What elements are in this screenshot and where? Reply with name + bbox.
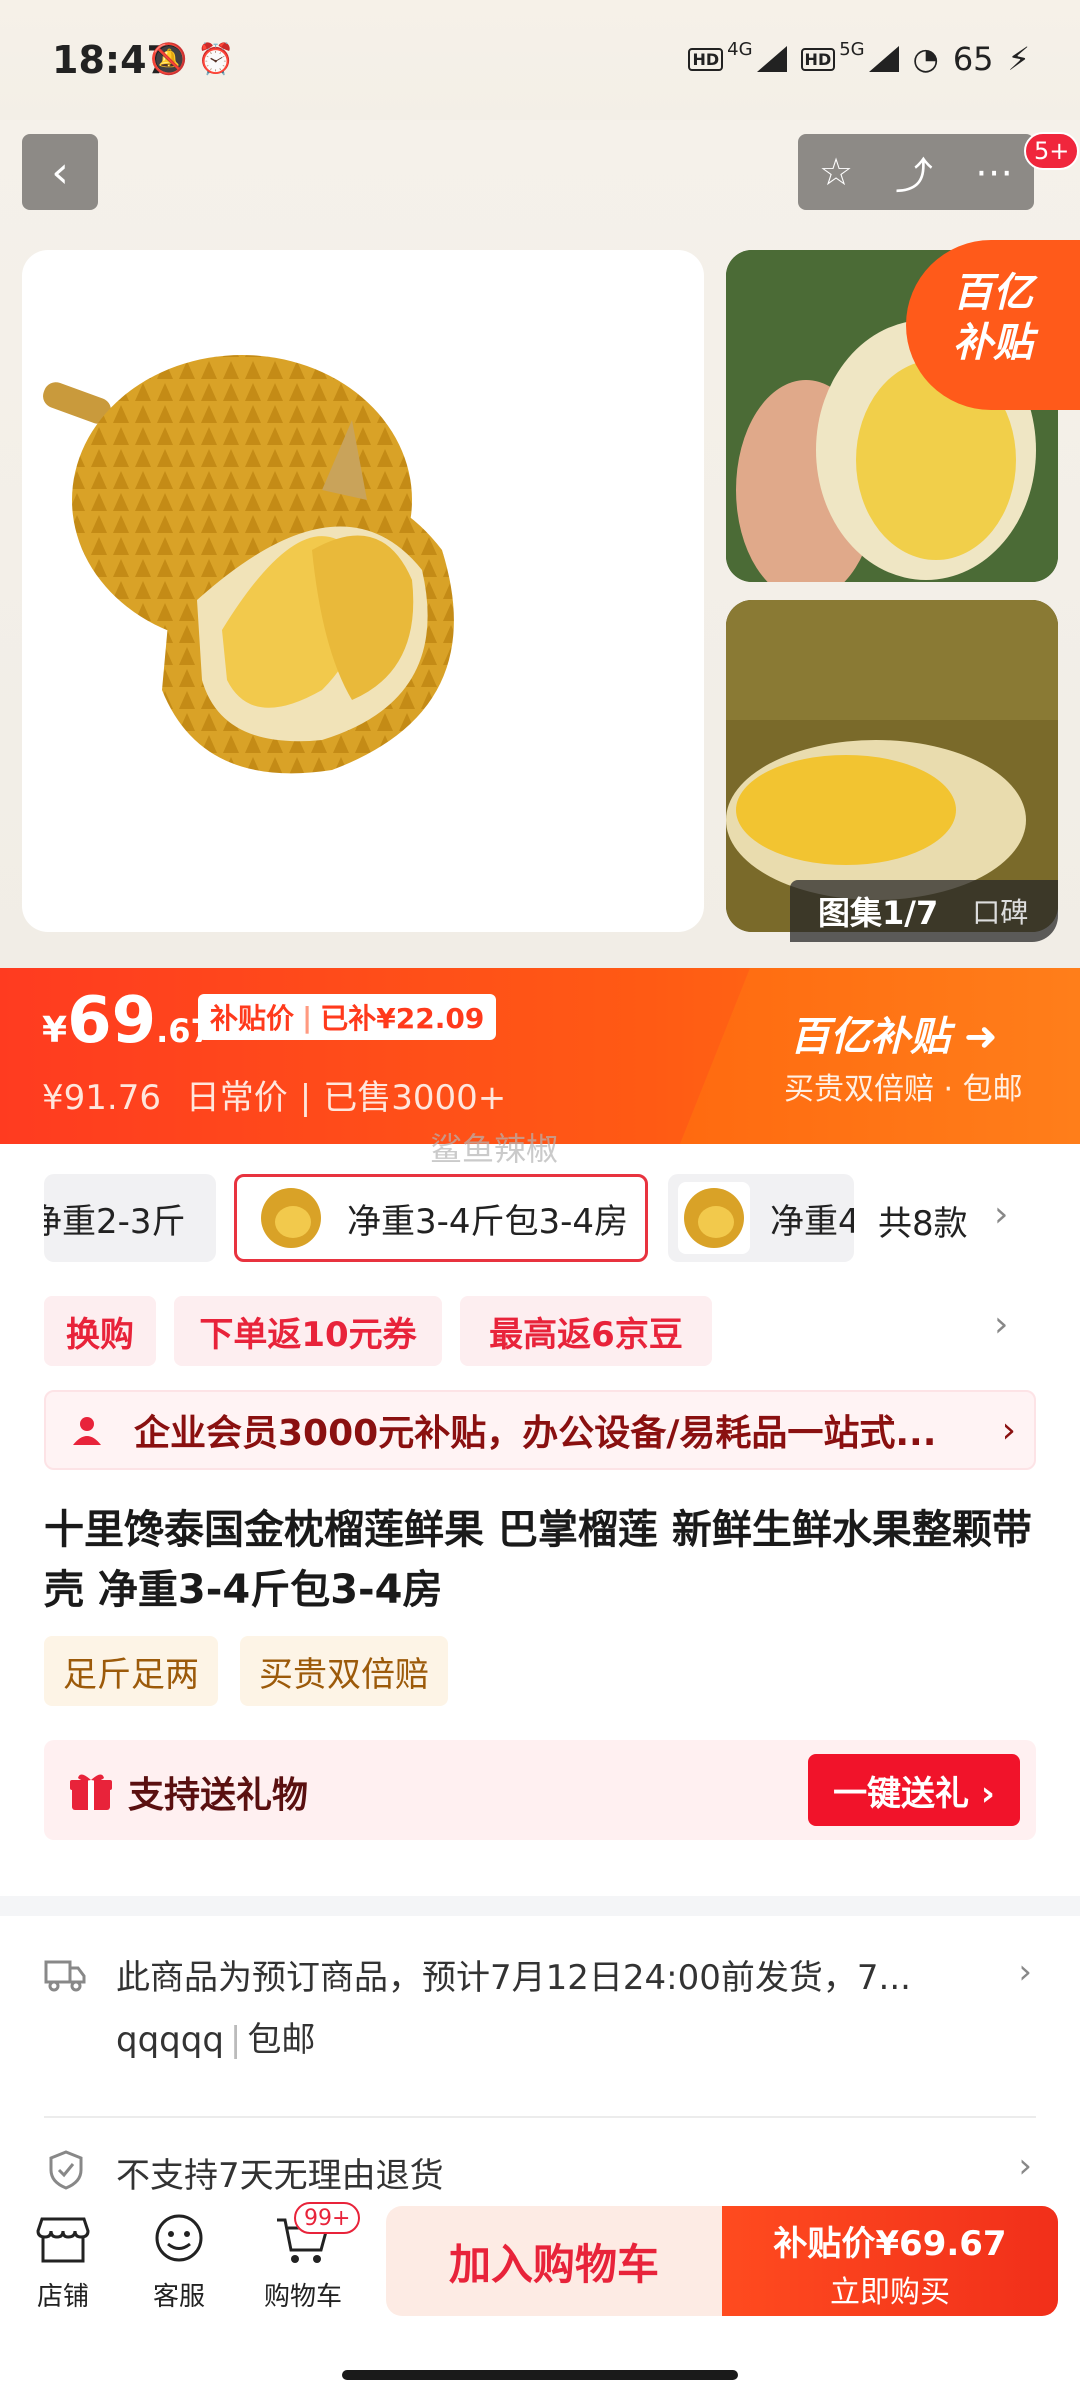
price-sub: ¥91.76 日常价 | 已售3000+ [42,1078,507,1118]
variant-option[interactable]: 净重2-3斤 [44,1174,216,1262]
variant-selector: 净重2-3斤 净重3-4斤包3-4房 净重4 共8款 › [0,1172,1080,1272]
variant-option[interactable]: 净重4 [668,1174,854,1262]
buy-now-button[interactable]: 补贴价¥69.67 立即购买 [722,2206,1058,2316]
price-bar: ¥69.67 补贴价 | 已补¥22.09 ¥91.76 日常价 | 已售3000+ 百… [0,968,1080,1144]
enterprise-member-banner[interactable]: 企业会员3000元补贴，办公设备/易耗品一站式... › [44,1390,1036,1470]
share-icon[interactable]: ⤴ [895,145,933,200]
returns-text: 不支持7天无理由退货 [116,2156,444,2196]
subsidy-price-tag: 补贴价 | 已补¥22.09 [198,994,497,1040]
status-right: HD 4G HD 5G ◔ 65 ⚡ [688,39,1030,78]
alarm-icon: ⏰ [197,42,235,77]
promo-chip[interactable]: 换购 [44,1296,156,1366]
battery-level: 65 [952,40,994,78]
main-product-image[interactable] [22,250,704,932]
promo-chip[interactable]: 下单返10元券 [174,1296,442,1366]
signal-icon [756,46,787,72]
chevron-right-icon: › [1018,1952,1032,1992]
shipping-text: 此商品为预订商品，预计7月12日24:00前发货，7... [116,1958,911,1998]
product-tag: 买贵双倍赔 [240,1636,448,1706]
favorite-star-icon[interactable]: ☆ [819,150,853,194]
album-tag[interactable]: 图集1/7 口碑 [790,880,1058,942]
chevron-left-icon: ‹ [51,146,69,198]
subsidy-program-title[interactable]: 百亿补贴 ➜ [790,1004,997,1062]
add-to-cart-button[interactable]: 加入购物车 [386,2206,722,2316]
subsidy-program-sub: 买贵双倍赔 · 包邮 [784,1072,1023,1107]
home-indicator[interactable] [342,2370,738,2380]
person-icon [73,1417,101,1445]
variant-option-selected[interactable]: 净重3-4斤包3-4房 [234,1174,648,1262]
back-button[interactable]: ‹ [22,134,98,210]
watermark: 鲨鱼辣椒 [430,1130,559,1168]
message-badge: 5+ [1024,132,1080,170]
truck-icon [44,1960,86,1992]
promo-chip[interactable]: 最高返6京豆 [460,1296,712,1366]
store-icon [36,2217,90,2263]
battery-saver-icon: ◔ [912,41,939,77]
chevron-right-icon[interactable]: › [994,1194,1008,1235]
gift-icon [70,1774,112,1810]
gift-bar: 支持送礼物 一键送礼 › [44,1740,1036,1840]
signal-2: HD 5G [800,39,899,72]
row-divider [44,2116,1036,2118]
daily-price: ¥91.76 [42,1078,161,1118]
customer-service-tab[interactable]: 客服 [124,2204,234,2313]
status-notification-icons: 🔕 ⏰ [150,42,235,77]
shipping-sub: qqqqq | 包邮 [116,2020,316,2060]
returns-row[interactable]: 不支持7天无理由退货 › [44,2146,1036,2196]
price-main: ¥69.67 [42,984,213,1058]
chevron-right-icon: › [1018,2146,1032,2186]
shield-icon [49,2150,83,2190]
album-label: 图集1/7 [818,894,939,932]
gift-label: 支持送礼物 [128,1775,309,1816]
section-divider [0,1896,1080,1916]
durian-illustration [43,355,454,774]
variant-thumbnail [678,1182,750,1254]
signal-icon [868,46,899,72]
chat-smile-icon [155,2214,203,2262]
charging-icon: ⚡ [1007,40,1030,78]
enterprise-banner-text: 企业会员3000元补贴，办公设备/易耗品一站式... [134,1413,937,1454]
top-action-group: ☆ ⤴ ⋯ [798,134,1034,210]
variant-count[interactable]: 共8款 [878,1196,968,1245]
shipping-row[interactable]: 此商品为预订商品，预计7月12日24:00前发货，7... qqqqq | 包邮 › [44,1950,1036,2080]
sold-count: 已售3000+ [323,1078,507,1118]
status-bar: 18:47 🔕 ⏰ HD 4G HD 5G ◔ 65 ⚡ [0,0,1080,120]
signal-1: HD 4G [688,39,787,72]
product-title: 十里馋泰国金枕榴莲鲜果 巴掌榴莲 新鲜生鲜水果整颗带壳 净重3-4斤包3-4房 [44,1507,1032,1613]
send-gift-button[interactable]: 一键送礼 › [808,1754,1020,1826]
review-label[interactable]: 口碑 [972,891,1028,931]
cart-count-badge: 99+ [294,2202,361,2234]
chevron-right-icon[interactable]: › [994,1304,1008,1345]
more-icon[interactable]: ⋯ [975,150,1013,194]
chevron-right-circle-icon: ➜ [963,1014,998,1060]
variant-thumbnail [255,1182,327,1254]
mute-icon: 🔕 [150,42,188,77]
store-tab[interactable]: 店铺 [8,2204,118,2313]
chevron-right-icon: › [1001,1409,1016,1451]
subsidy-corner-badge: 百亿 补贴 [906,240,1080,410]
product-tag: 足斤足两 [44,1636,218,1706]
